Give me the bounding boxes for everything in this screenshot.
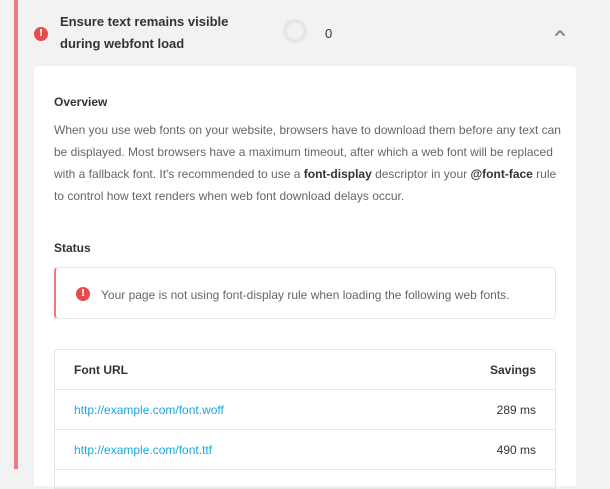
overview-text-part-2: descriptor in your <box>371 167 471 181</box>
notice-text: Your page is not using font-display rule… <box>101 288 510 302</box>
table-header: Font URL Savings <box>55 350 555 390</box>
font-table: Font URL Savings http://example.com/font… <box>54 349 556 489</box>
font-face-code: @font-face <box>470 167 533 181</box>
chevron-up-icon <box>555 30 565 36</box>
audit-header[interactable]: ! Ensure text remains visible during web… <box>18 0 610 66</box>
score-value: 0 <box>325 26 333 41</box>
overview-description: When you use web fonts on your website, … <box>54 119 564 207</box>
column-header-savings: Savings <box>489 363 536 377</box>
audit-details-card: Overview When you use web fonts on your … <box>34 66 576 489</box>
audit-panel: ! Ensure text remains visible during web… <box>14 0 610 489</box>
font-url-link[interactable]: http://example.com/font.ttf <box>74 442 212 458</box>
font-display-code: font-display <box>303 167 372 181</box>
score-ring <box>283 19 307 43</box>
status-heading: Status <box>54 241 91 255</box>
notice-error-icon: ! <box>76 287 90 301</box>
collapse-button[interactable] <box>551 24 569 42</box>
status-notice: ! Your page is not using font-display ru… <box>54 267 556 319</box>
savings-value: 490 ms <box>496 443 536 457</box>
error-icon: ! <box>34 27 48 41</box>
table-row: http://example.com/font.ttf 490 ms <box>55 430 555 470</box>
savings-value: 289 ms <box>496 403 536 417</box>
audit-title: Ensure text remains visible during webfo… <box>60 14 229 51</box>
font-url-link[interactable]: http://example.com/font.woff <box>74 402 224 418</box>
overview-heading: Overview <box>54 95 108 109</box>
column-header-font-url: Font URL <box>74 363 128 377</box>
table-row: http://example.com/font.woff 289 ms <box>55 390 555 430</box>
